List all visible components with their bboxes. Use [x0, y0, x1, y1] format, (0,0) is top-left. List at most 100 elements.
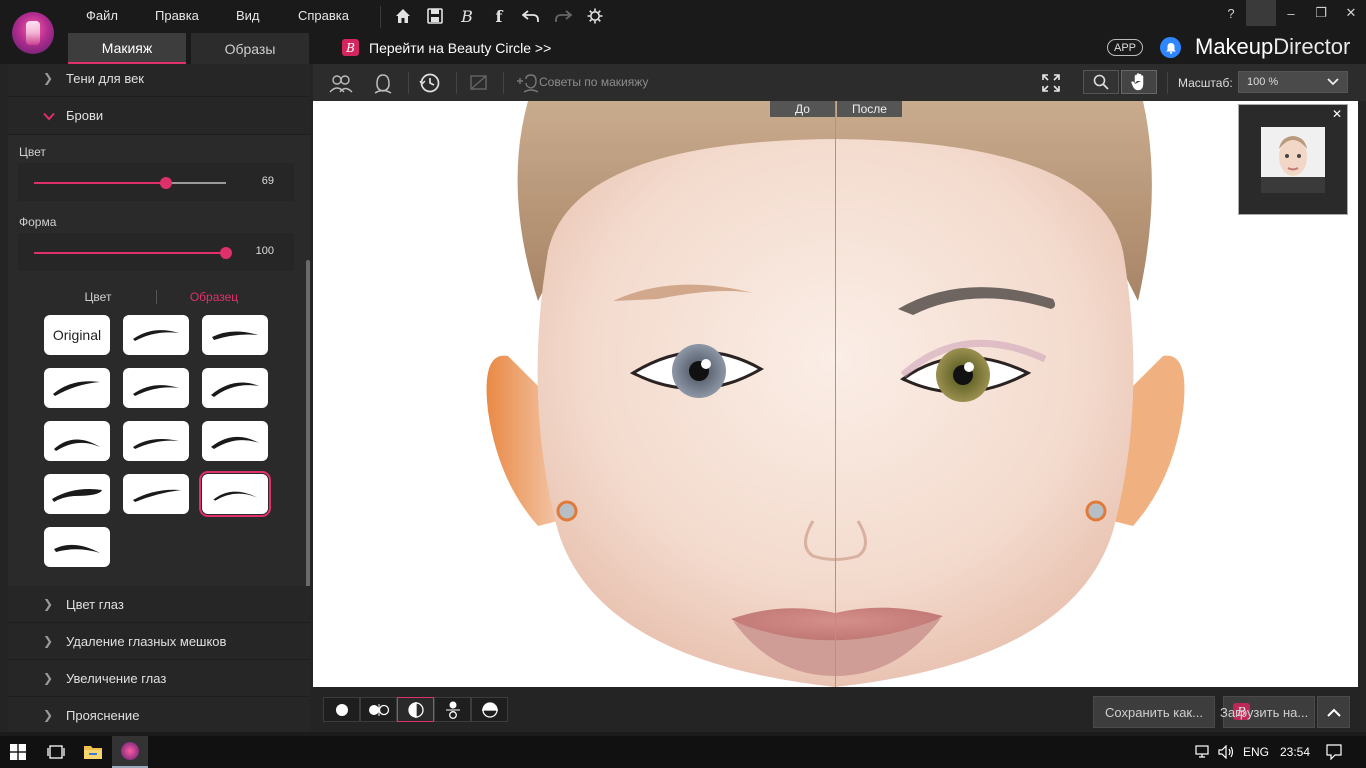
section-eyebrows[interactable]: Брови [8, 97, 310, 135]
color-pattern-toggle: Цвет Образец [18, 287, 294, 307]
tab-makeup[interactable]: Макияж [68, 33, 186, 64]
language-indicator[interactable]: ENG [1243, 745, 1269, 759]
single-view-icon[interactable] [323, 697, 360, 722]
history-icon[interactable] [416, 70, 444, 96]
redo-icon[interactable] [550, 4, 576, 28]
close-icon[interactable]: ✕ [1332, 107, 1342, 121]
multi-face-icon[interactable] [327, 70, 355, 96]
task-view-icon[interactable] [38, 736, 74, 768]
side-by-side-icon[interactable] [360, 697, 397, 722]
search-icon [1093, 74, 1109, 90]
save-as-button[interactable]: Сохранить как... [1093, 696, 1215, 728]
scale-dropdown[interactable]: 100 % [1238, 71, 1348, 93]
menu-view[interactable]: Вид [236, 8, 260, 23]
makeup-director-window: Файл Правка Вид Справка B f ? – ❐ ✕ Маки… [0, 0, 1366, 732]
undo-icon[interactable] [518, 4, 544, 28]
help-button[interactable]: ? [1216, 0, 1246, 26]
beauty-circle-badge-icon: B [342, 39, 359, 56]
eyebrow-pattern-swatch[interactable] [202, 368, 268, 408]
windows-start-icon[interactable] [0, 736, 36, 768]
color-slider-label: Цвет [19, 145, 46, 159]
eyebrow-pattern-swatch[interactable] [44, 421, 110, 461]
home-icon[interactable] [390, 4, 416, 28]
makeup-panel: ❯ Тени для век Брови Цвет 69 Форма 100 Ц… [8, 64, 310, 732]
makeup-tips-label[interactable]: Советы по макияжу [539, 75, 648, 89]
facebook-icon[interactable]: f [486, 4, 512, 28]
clock[interactable]: 23:54 [1280, 745, 1310, 759]
volume-icon[interactable] [1216, 736, 1238, 768]
eyebrow-pattern-swatch[interactable] [123, 315, 189, 355]
before-after-divider[interactable] [835, 101, 836, 687]
toggle-color[interactable]: Цвет [41, 290, 156, 304]
fit-screen-icon[interactable] [1037, 70, 1065, 96]
upload-button[interactable]: B Загрузить на... [1220, 696, 1315, 728]
color-slider-knob[interactable] [160, 177, 173, 189]
zoom-tool[interactable] [1083, 70, 1119, 94]
menu-file[interactable]: Файл [86, 8, 118, 23]
chevron-right-icon: ❯ [43, 671, 54, 685]
eyebrow-pattern-swatch[interactable] [44, 474, 110, 514]
beauty-circle-icon[interactable]: B [454, 4, 480, 28]
horizontal-split-icon[interactable] [471, 697, 508, 722]
before-label: До [770, 101, 835, 117]
chevron-down-icon [1327, 74, 1339, 89]
chevron-right-icon: ❯ [43, 708, 54, 722]
menu-edit[interactable]: Правка [155, 8, 199, 23]
scale-value: 100 % [1247, 76, 1279, 88]
eyebrow-pattern-swatch[interactable] [199, 471, 271, 517]
photo-canvas[interactable]: До После [313, 101, 1358, 687]
pan-tool[interactable] [1121, 70, 1157, 94]
eyebrow-original-swatch[interactable]: Original [44, 315, 110, 355]
face-points-icon[interactable] [369, 70, 397, 96]
eyebrow-pattern-swatch[interactable] [44, 527, 110, 567]
notifications-icon[interactable] [1322, 736, 1346, 768]
save-icon[interactable] [422, 4, 448, 28]
expand-up-icon[interactable] [1317, 696, 1350, 728]
app-badge[interactable]: APP [1107, 39, 1144, 56]
color-slider[interactable]: 69 [18, 163, 294, 201]
shape-slider[interactable]: 100 [18, 233, 294, 271]
eyebrow-pattern-swatch[interactable] [44, 368, 110, 408]
section-brighten[interactable]: ❯ Прояснение [8, 697, 310, 732]
shape-slider-track[interactable] [34, 247, 232, 259]
top-bottom-view-icon[interactable] [434, 697, 471, 722]
makeup-director-task-icon[interactable] [112, 736, 148, 768]
eyebrow-pattern-swatch[interactable] [202, 315, 268, 355]
shape-slider-fill [34, 252, 226, 254]
section-eyeshadow[interactable]: ❯ Тени для век [8, 64, 310, 97]
view-mode-group [323, 697, 508, 722]
color-slider-track[interactable] [34, 177, 226, 189]
upload-label: Загрузить на... [1220, 705, 1309, 720]
brand-bold: Makeup [1195, 34, 1274, 59]
section-eye-enlarger[interactable]: ❯ Увеличение глаз [8, 660, 310, 697]
beauty-circle-link[interactable]: B Перейти на Beauty Circle >> [342, 39, 551, 56]
after-label: После [837, 101, 902, 117]
eyebrow-pattern-swatch[interactable] [123, 421, 189, 461]
settings-icon[interactable] [582, 4, 608, 28]
shape-slider-knob[interactable] [220, 247, 232, 259]
section-eye-bag-removal[interactable]: ❯ Удаление глазных мешков [8, 623, 310, 660]
maximize-button[interactable]: ❐ [1306, 0, 1336, 26]
compare-icon [465, 70, 493, 96]
toggle-pattern[interactable]: Образец [157, 290, 272, 304]
notification-bell-icon[interactable] [1160, 37, 1181, 58]
brand-rest: Director [1273, 34, 1351, 59]
network-icon[interactable] [1192, 736, 1214, 768]
eyebrow-pattern-swatch[interactable] [123, 474, 189, 514]
menu-help[interactable]: Справка [298, 8, 349, 23]
navigator-thumbnail[interactable]: ✕ [1238, 104, 1348, 215]
window-controls: ? – ❐ ✕ [1216, 0, 1366, 26]
section-label: Прояснение [66, 707, 140, 723]
chevron-down-icon [43, 108, 63, 124]
tab-looks[interactable]: Образы [191, 33, 309, 64]
color-slider-value: 69 [261, 175, 274, 187]
file-explorer-icon[interactable] [74, 736, 112, 768]
title-bar: Файл Правка Вид Справка B f ? – ❐ ✕ Маки… [0, 0, 1366, 64]
minimize-button[interactable]: – [1276, 0, 1306, 26]
windows-taskbar: ENG 23:54 [0, 736, 1366, 768]
split-view-icon[interactable] [397, 697, 434, 722]
eyebrow-pattern-swatch[interactable] [202, 421, 268, 461]
close-button[interactable]: ✕ [1336, 0, 1366, 26]
eyebrow-pattern-swatch[interactable] [123, 368, 189, 408]
section-eye-color[interactable]: ❯ Цвет глаз [8, 586, 310, 623]
